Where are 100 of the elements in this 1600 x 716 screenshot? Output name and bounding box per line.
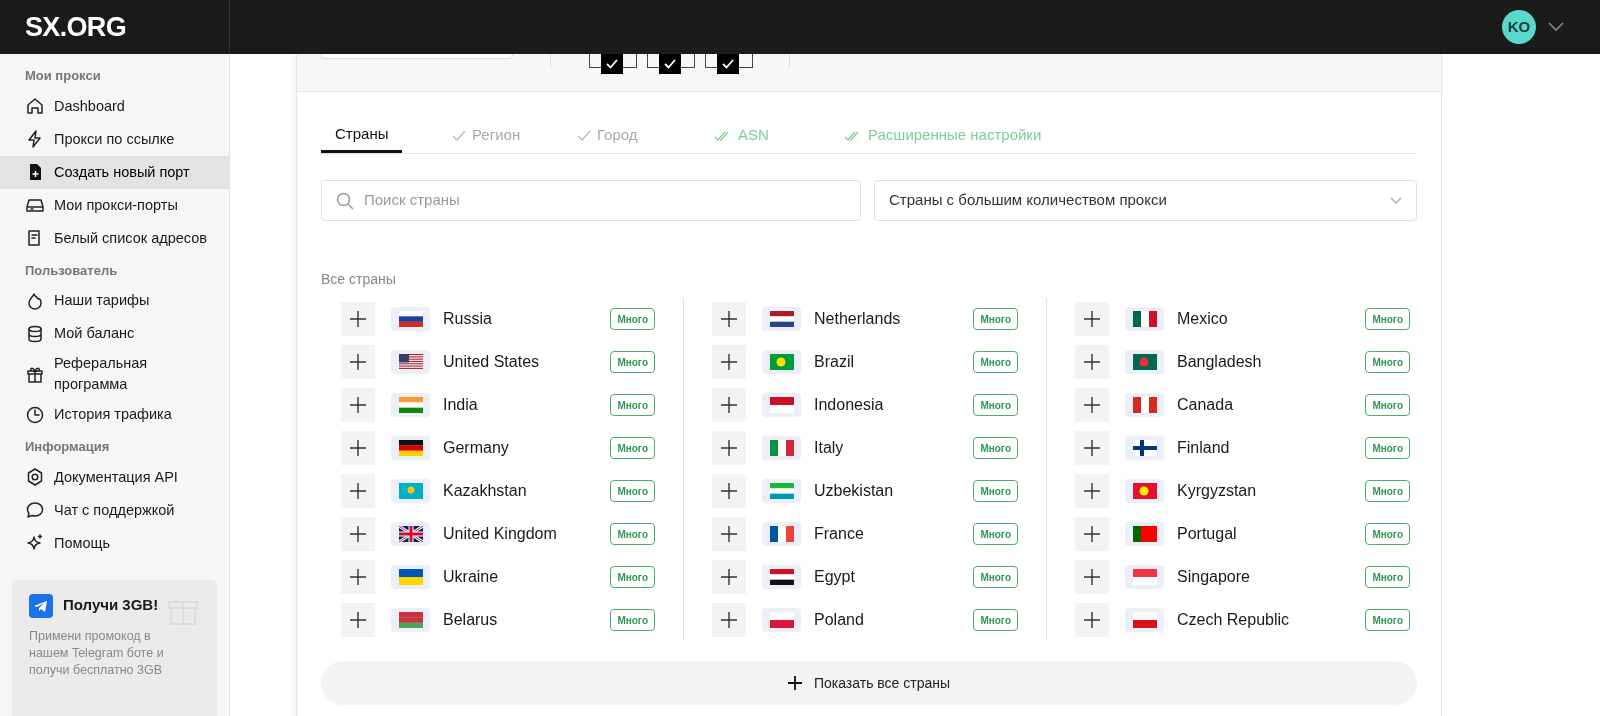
- add-button[interactable]: [341, 431, 375, 465]
- section-label: Информация: [24, 438, 111, 456]
- country-name: Canada: [1177, 395, 1235, 415]
- flag-icon: [762, 307, 801, 331]
- search-input[interactable]: Поиск страны: [364, 189, 846, 212]
- availability-badge: Много: [610, 566, 655, 588]
- checkbox[interactable]: [601, 54, 623, 74]
- country-name: India: [443, 395, 479, 415]
- flag-icon: [762, 350, 801, 374]
- settings-icon: [25, 467, 45, 487]
- add-button[interactable]: [1075, 388, 1109, 422]
- add-button[interactable]: [1075, 560, 1109, 594]
- flag-icon: [391, 307, 430, 331]
- tab[interactable]: Страны: [321, 118, 438, 154]
- country-name: Kyrgyzstan: [1177, 481, 1258, 501]
- home-icon: [25, 96, 45, 116]
- availability-badge: Много: [973, 394, 1018, 416]
- availability-badge: Много: [973, 308, 1018, 330]
- plus-icon: [720, 611, 738, 629]
- add-button[interactable]: [341, 474, 375, 508]
- add-button[interactable]: [712, 474, 746, 508]
- availability-badge: Много: [973, 609, 1018, 631]
- add-button[interactable]: [712, 345, 746, 379]
- promo-title: Получи 3GB!: [63, 595, 159, 616]
- plus-icon: [349, 482, 367, 500]
- flag-icon: [391, 393, 430, 417]
- availability-badge: Много: [973, 566, 1018, 588]
- availability-badge: Много: [1365, 351, 1410, 373]
- add-button[interactable]: [712, 560, 746, 594]
- check-icon: [664, 59, 676, 69]
- add-button[interactable]: [1075, 345, 1109, 379]
- flag-icon: [391, 522, 430, 546]
- section-title: Все страны: [321, 270, 397, 289]
- country-name: Italy: [814, 438, 845, 458]
- add-button[interactable]: [341, 345, 375, 379]
- availability-badge: Много: [1365, 523, 1410, 545]
- availability-badge: Много: [973, 437, 1018, 459]
- sidebar-item[interactable]: Создать новый порт: [0, 155, 229, 189]
- search-field[interactable]: Поиск страны: [321, 180, 861, 221]
- plus-icon: [349, 439, 367, 457]
- checkbox-frame: [623, 54, 637, 68]
- user-avatar[interactable]: KO: [1502, 10, 1536, 44]
- add-button[interactable]: [1075, 302, 1109, 336]
- flag-icon: [1125, 565, 1164, 589]
- plus-icon: [1083, 310, 1101, 328]
- flag-icon: [1125, 307, 1164, 331]
- add-button[interactable]: [1075, 517, 1109, 551]
- checkbox-frame: [739, 54, 753, 68]
- availability-badge: Много: [973, 523, 1018, 545]
- add-button[interactable]: [1075, 431, 1109, 465]
- check-icon: [722, 59, 734, 69]
- plus-icon: [349, 353, 367, 371]
- sort-dropdown[interactable]: Страны с большим количеством прокси: [874, 180, 1417, 221]
- country-name: Ukraine: [443, 567, 500, 587]
- country-name: Uzbekistan: [814, 481, 895, 501]
- availability-badge: Много: [610, 609, 655, 631]
- add-button[interactable]: [712, 603, 746, 637]
- country-name: Germany: [443, 438, 510, 458]
- country-name: Kazakhstan: [443, 481, 528, 501]
- input-field[interactable]: [321, 54, 513, 59]
- checkbox[interactable]: [659, 54, 681, 74]
- flag-icon: [762, 522, 801, 546]
- add-button[interactable]: [341, 517, 375, 551]
- plus-icon: [349, 525, 367, 543]
- plus-icon: [720, 310, 738, 328]
- availability-badge: Много: [973, 480, 1018, 502]
- add-button[interactable]: [341, 560, 375, 594]
- country-name: United States: [443, 352, 541, 372]
- show-all-countries-button[interactable]: Показать все страны: [321, 661, 1417, 705]
- plus-icon: [720, 439, 738, 457]
- chevron-down-icon[interactable]: [1548, 22, 1564, 32]
- add-button[interactable]: [341, 603, 375, 637]
- plus-icon: [720, 568, 738, 586]
- search-icon: [336, 191, 354, 210]
- check-icon: [452, 129, 466, 142]
- flag-icon: [1125, 608, 1164, 632]
- country-name: Finland: [1177, 438, 1231, 458]
- add-button[interactable]: [341, 388, 375, 422]
- country-name: Egypt: [814, 567, 856, 587]
- logo[interactable]: SX.ORG: [25, 6, 126, 48]
- checkbox-frame: [681, 54, 695, 68]
- add-button[interactable]: [712, 302, 746, 336]
- flag-icon: [762, 479, 801, 503]
- promo-text: Примени промокод в нашем Telegram боте и получи бесплатно 3GB: [29, 627, 165, 679]
- add-button[interactable]: [341, 302, 375, 336]
- add-button[interactable]: [712, 517, 746, 551]
- availability-badge: Много: [1365, 437, 1410, 459]
- check-icon: [606, 59, 618, 69]
- check-icon: [577, 129, 591, 142]
- flag-icon: [762, 436, 801, 460]
- database-icon: [25, 323, 45, 344]
- flag-icon: [1125, 522, 1164, 546]
- add-button[interactable]: [1075, 474, 1109, 508]
- country-name: Bangladesh: [1177, 352, 1263, 372]
- add-button[interactable]: [1075, 603, 1109, 637]
- country-name: Netherlands: [814, 309, 902, 329]
- add-button[interactable]: [712, 388, 746, 422]
- checkbox[interactable]: [717, 54, 739, 74]
- add-button[interactable]: [712, 431, 746, 465]
- flame-icon: [25, 290, 45, 311]
